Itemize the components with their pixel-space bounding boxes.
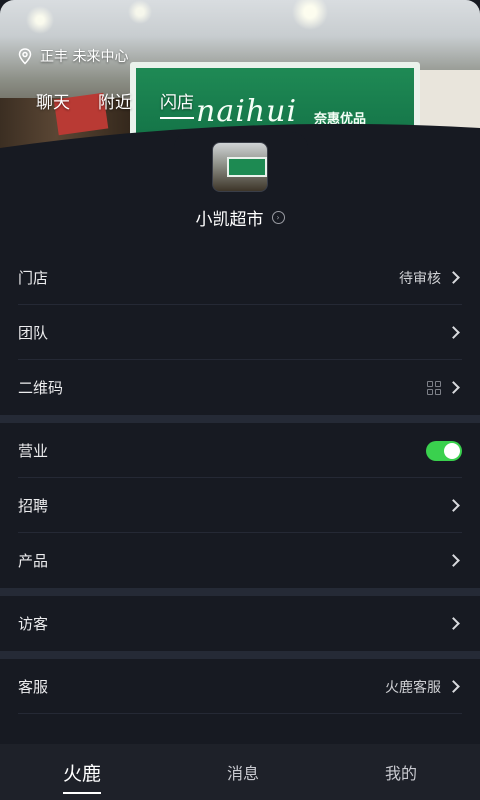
store-avatar[interactable]	[212, 142, 268, 192]
location-pin-icon	[18, 47, 32, 65]
store-label: 门店	[18, 269, 49, 287]
menu-item-team[interactable]: 团队	[0, 305, 480, 360]
menu-item-business: 营业	[0, 423, 480, 478]
nav-home[interactable]: 火鹿	[62, 753, 102, 794]
menu-item-product[interactable]: 产品	[0, 533, 480, 588]
service-label: 客服	[18, 678, 49, 696]
menu-item-recruit[interactable]: 招聘	[0, 478, 480, 533]
team-label: 团队	[18, 324, 49, 342]
store-info-icon[interactable]: ›	[271, 211, 285, 224]
chevron-right-icon	[447, 680, 460, 693]
top-tabs: 聊天 附近 闪店	[36, 88, 194, 119]
location-text: 正丰 未来中心	[40, 49, 129, 65]
store-name: 小凯超市	[195, 210, 264, 230]
chevron-right-icon	[447, 326, 460, 339]
chevron-right-icon	[447, 381, 460, 394]
tab-chat[interactable]: 聊天	[36, 88, 70, 119]
nav-me[interactable]: 我的	[385, 754, 417, 790]
chevron-right-icon	[447, 271, 460, 284]
section-divider	[0, 415, 480, 423]
menu-item-qrcode[interactable]: 二维码	[0, 360, 480, 415]
nav-messages[interactable]: 消息	[227, 754, 259, 790]
chevron-right-icon	[447, 499, 460, 512]
qrcode-label: 二维码	[18, 379, 64, 397]
section-divider	[0, 588, 480, 596]
qrcode-icon	[427, 380, 441, 395]
menu-item-store[interactable]: 门店 待审核	[0, 250, 480, 305]
store-name-row: 小凯超市 ›	[0, 205, 480, 230]
settings-list: 门店 待审核 团队 二维码 营业 招聘 产品 访客 客服 火鹿客服	[0, 250, 480, 714]
visitor-label: 访客	[18, 615, 49, 633]
recruit-label: 招聘	[18, 497, 49, 515]
store-status: 待审核	[399, 270, 441, 287]
section-divider	[0, 651, 480, 659]
business-label: 营业	[18, 442, 49, 460]
tab-nearby[interactable]: 附近	[98, 88, 132, 119]
chevron-right-icon	[447, 617, 460, 630]
menu-item-service[interactable]: 客服 火鹿客服	[0, 659, 480, 714]
tab-flash-store[interactable]: 闪店	[160, 88, 194, 119]
bottom-nav: 火鹿 消息 我的	[0, 744, 480, 800]
location-bar[interactable]: 正丰 未来中心	[18, 46, 128, 66]
product-label: 产品	[18, 552, 49, 570]
chevron-right-icon	[447, 554, 460, 567]
service-value: 火鹿客服	[385, 679, 441, 696]
menu-item-visitor[interactable]: 访客	[0, 596, 480, 651]
business-toggle[interactable]	[426, 440, 462, 461]
